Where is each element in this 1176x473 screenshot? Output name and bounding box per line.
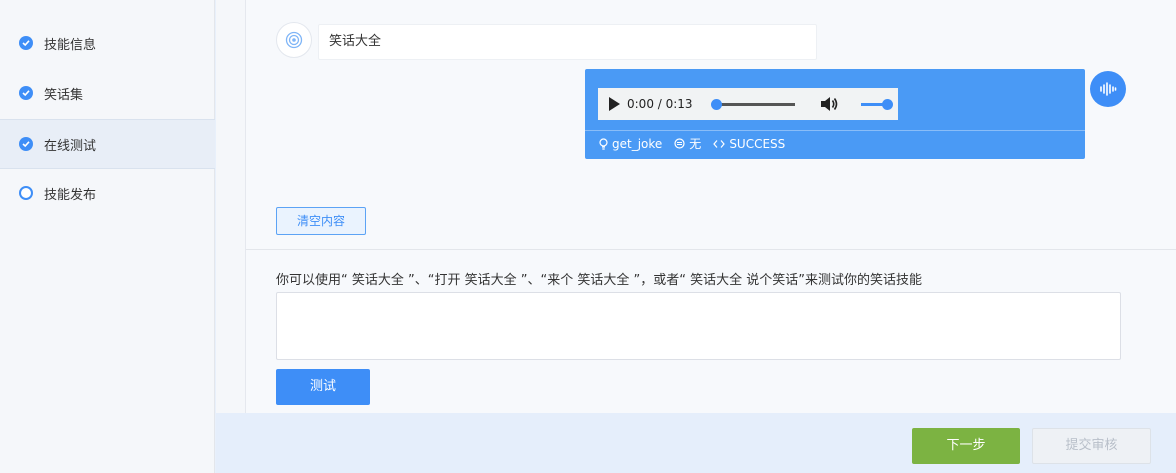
test-hint: 你可以使用“ 笑话大全 ”、“打开 笑话大全 ”、“来个 笑话大全 ”，或者“ …	[276, 273, 922, 288]
response-meta: get_joke 无 SUCCESS	[599, 135, 797, 152]
next-step-button[interactable]: 下一步	[912, 428, 1020, 464]
card-divider	[585, 130, 1085, 131]
intent-tag: get_joke	[599, 137, 662, 151]
slot-icon	[674, 138, 685, 149]
volume-slider[interactable]	[861, 98, 893, 110]
volume-handle[interactable]	[882, 98, 893, 110]
status-label: SUCCESS	[729, 136, 786, 151]
user-avatar	[1090, 71, 1126, 107]
code-icon	[713, 139, 726, 148]
audio-time: 0:00 / 0:13	[627, 97, 693, 111]
slot-tag: 无	[674, 135, 701, 152]
step-skill-info[interactable]: 技能信息	[0, 18, 215, 68]
check-circle-icon	[19, 36, 33, 50]
step-label: 笑话集	[44, 87, 84, 103]
step-online-test[interactable]: 在线测试	[0, 119, 215, 169]
audio-player[interactable]: 0:00 / 0:13	[598, 88, 898, 120]
step-skill-publish[interactable]: 技能发布	[0, 168, 215, 218]
intent-label: get_joke	[612, 136, 663, 151]
target-icon	[285, 31, 303, 49]
lightbulb-icon	[599, 137, 608, 150]
volume-icon[interactable]	[819, 95, 839, 113]
check-circle-icon	[19, 137, 33, 151]
voice-wave-icon	[1100, 82, 1117, 96]
clear-content-button[interactable]: 清空内容	[276, 207, 366, 235]
audio-seek-bar[interactable]	[711, 98, 795, 110]
response-card: 0:00 / 0:13 get_joke 无 SUCCESS	[585, 69, 1085, 159]
test-button[interactable]: 测试	[276, 369, 370, 405]
section-divider	[246, 249, 1176, 250]
play-icon[interactable]	[609, 97, 620, 111]
check-circle-icon	[19, 86, 33, 100]
test-input[interactable]	[276, 292, 1121, 360]
seek-handle[interactable]	[711, 98, 722, 110]
bot-message: 笑话大全	[318, 24, 817, 60]
circle-icon	[19, 186, 33, 200]
slot-label: 无	[689, 137, 702, 151]
submit-review-button: 提交审核	[1032, 428, 1151, 464]
step-joke-collection[interactable]: 笑话集	[0, 68, 215, 118]
step-label: 技能发布	[44, 187, 97, 203]
step-label: 技能信息	[44, 37, 97, 53]
bot-avatar	[276, 22, 312, 58]
test-panel	[245, 0, 1176, 434]
steps-sidebar: 技能信息 笑话集 在线测试 技能发布	[0, 0, 215, 473]
status-tag: SUCCESS	[713, 137, 785, 151]
step-label: 在线测试	[44, 138, 97, 154]
